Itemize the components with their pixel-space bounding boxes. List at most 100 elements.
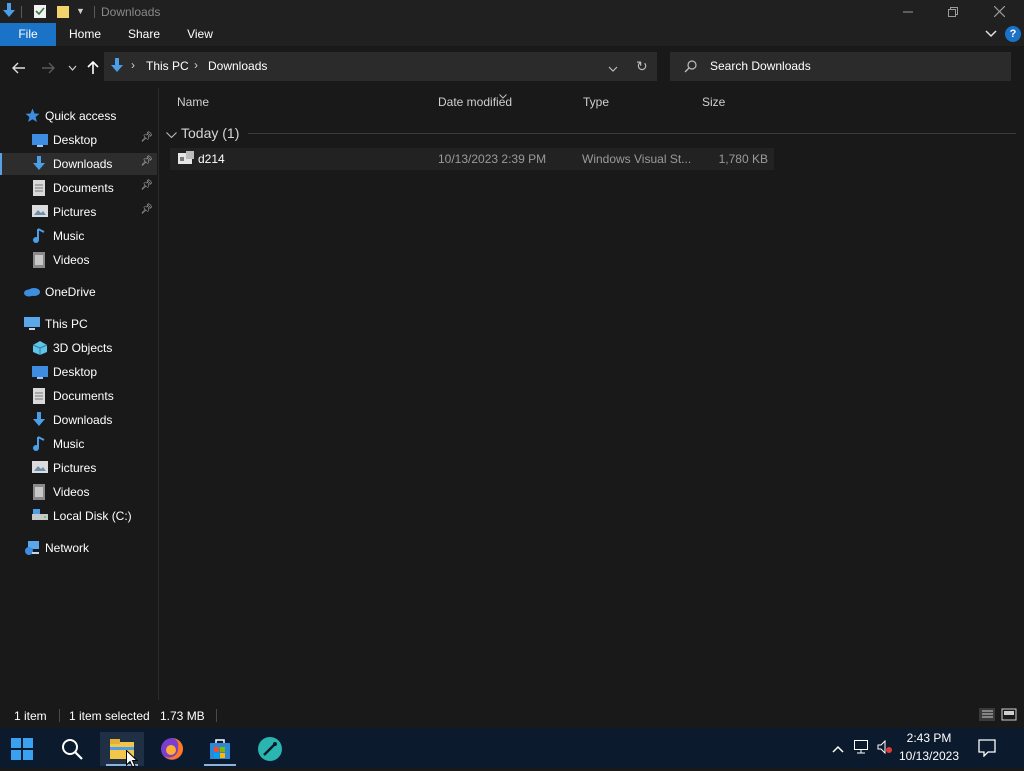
sidebar-item-documents-pc[interactable]: Documents xyxy=(0,385,157,407)
up-button[interactable] xyxy=(83,58,103,78)
sidebar-item-desktop[interactable]: Desktop 📌︎ xyxy=(0,129,157,151)
chevron-down-icon xyxy=(68,65,76,71)
network-icon xyxy=(24,540,40,556)
clock-time[interactable]: 2:43 PM xyxy=(894,731,964,745)
local-disk-icon xyxy=(32,508,48,524)
sidebar-item-label: Videos xyxy=(53,485,90,499)
music-note-icon xyxy=(32,228,48,244)
help-button[interactable]: ? xyxy=(1005,26,1021,42)
search-input[interactable]: Search Downloads xyxy=(710,59,811,73)
column-header-date-modified[interactable]: Date modified xyxy=(438,95,512,109)
sidebar-item-label: Music xyxy=(53,229,85,243)
large-icons-view-icon[interactable] xyxy=(1001,708,1017,724)
forward-button[interactable] xyxy=(38,58,58,78)
navigation-pane: Quick access Desktop 📌︎ Downloads 📌︎ Doc… xyxy=(0,88,158,700)
restore-icon xyxy=(948,6,958,17)
sidebar-item-label: Documents xyxy=(53,389,114,403)
sidebar-item-label: Documents xyxy=(53,181,114,195)
tab-view[interactable]: View xyxy=(178,23,222,46)
taskbar-search-button[interactable] xyxy=(50,732,94,766)
sidebar-item-downloads-pc[interactable]: Downloads xyxy=(0,409,157,431)
windows-logo-icon xyxy=(11,738,33,760)
group-divider xyxy=(248,133,1016,134)
sidebar-item-pictures[interactable]: Pictures 📌︎ xyxy=(0,201,157,223)
sidebar-item-label: Desktop xyxy=(53,365,98,379)
properties-icon[interactable] xyxy=(33,4,47,22)
sidebar-item-local-disk[interactable]: Local Disk (C:) xyxy=(0,505,157,527)
sidebar-item-label: Desktop xyxy=(53,133,98,147)
video-icon xyxy=(32,484,48,500)
back-button[interactable] xyxy=(9,58,29,78)
sidebar-item-quick-access[interactable]: Quick access xyxy=(0,105,157,127)
star-icon xyxy=(25,108,41,124)
sidebar-item-documents[interactable]: Documents 📌︎ xyxy=(0,177,157,199)
taskbar-firefox[interactable] xyxy=(150,732,194,766)
search-box[interactable]: Search Downloads xyxy=(670,52,1011,81)
document-icon xyxy=(32,180,48,196)
clock-date[interactable]: 10/13/2023 xyxy=(894,749,964,763)
pin-icon: 📌︎ xyxy=(140,156,153,167)
sidebar-item-onedrive[interactable]: OneDrive xyxy=(0,281,157,303)
breadcrumb-separator-icon[interactable]: › xyxy=(194,58,198,72)
expand-ribbon-chevron-icon[interactable] xyxy=(984,26,998,43)
taskbar-app[interactable] xyxy=(248,732,292,766)
column-header-name[interactable]: Name xyxy=(177,95,209,109)
column-header-type[interactable]: Type xyxy=(583,95,609,109)
file-date-modified: 10/13/2023 2:39 PM xyxy=(438,152,547,166)
active-app-indicator xyxy=(204,764,236,766)
sidebar-item-music[interactable]: Music xyxy=(0,225,157,247)
start-button[interactable] xyxy=(0,732,44,766)
show-hidden-icons-chevron-icon[interactable] xyxy=(832,742,844,756)
details-view-icon[interactable] xyxy=(979,708,995,724)
tab-share[interactable]: Share xyxy=(122,23,166,46)
file-name[interactable]: d214 xyxy=(198,152,225,166)
breadcrumb-separator-icon[interactable]: › xyxy=(131,58,135,72)
store-icon xyxy=(210,739,230,759)
breadcrumb-downloads[interactable]: Downloads xyxy=(208,59,267,73)
notifications-icon[interactable] xyxy=(978,739,996,760)
sidebar-item-pictures-pc[interactable]: Pictures xyxy=(0,457,157,479)
sidebar-item-label: Downloads xyxy=(53,157,113,171)
address-history-dropdown-icon[interactable] xyxy=(608,62,618,76)
sidebar-item-label: Downloads xyxy=(53,413,113,427)
3d-objects-icon xyxy=(32,340,48,356)
minimize-button[interactable] xyxy=(885,0,931,23)
new-folder-icon[interactable] xyxy=(56,4,70,22)
search-icon xyxy=(62,739,83,760)
sidebar-item-label: This PC xyxy=(45,317,88,331)
search-icon xyxy=(684,60,697,76)
pictures-icon xyxy=(32,460,48,476)
sidebar-item-network[interactable]: Network xyxy=(0,537,157,559)
chevron-down-icon[interactable]: ▼ xyxy=(76,6,85,16)
close-icon xyxy=(993,6,1005,17)
download-arrow-icon xyxy=(32,156,48,172)
sidebar-item-downloads[interactable]: Downloads 📌︎ xyxy=(0,153,157,175)
sidebar-item-this-pc[interactable]: This PC xyxy=(0,313,157,335)
sidebar-item-videos[interactable]: Videos xyxy=(0,249,157,271)
cloud-icon xyxy=(23,284,40,300)
sidebar-item-3d-objects[interactable]: 3D Objects xyxy=(0,337,157,359)
close-button[interactable] xyxy=(976,0,1022,23)
taskbar-store[interactable] xyxy=(198,732,242,766)
pin-icon: 📌︎ xyxy=(140,132,153,143)
recent-locations-button[interactable] xyxy=(62,58,82,78)
restore-button[interactable] xyxy=(930,0,976,23)
visual-studio-file-icon xyxy=(178,151,194,168)
volume-muted-icon[interactable] xyxy=(877,739,893,757)
sidebar-item-music-pc[interactable]: Music xyxy=(0,433,157,455)
minimize-icon xyxy=(903,11,913,12)
pane-divider[interactable] xyxy=(158,88,159,700)
tab-file[interactable]: File xyxy=(0,23,56,46)
address-bar[interactable]: › This PC › Downloads ↻ xyxy=(104,52,657,81)
group-collapse-chevron-icon[interactable] xyxy=(166,128,177,142)
sidebar-item-label: Local Disk (C:) xyxy=(53,509,132,523)
column-header-size[interactable]: Size xyxy=(702,95,725,109)
tab-home[interactable]: Home xyxy=(63,23,107,46)
network-status-icon[interactable] xyxy=(854,740,870,757)
sidebar-item-desktop-pc[interactable]: Desktop xyxy=(0,361,157,383)
breadcrumb-this-pc[interactable]: This PC xyxy=(146,59,189,73)
sidebar-item-videos-pc[interactable]: Videos xyxy=(0,481,157,503)
group-header-today[interactable]: Today (1) xyxy=(181,125,239,141)
refresh-icon[interactable]: ↻ xyxy=(636,58,648,75)
firefox-icon xyxy=(161,738,183,760)
